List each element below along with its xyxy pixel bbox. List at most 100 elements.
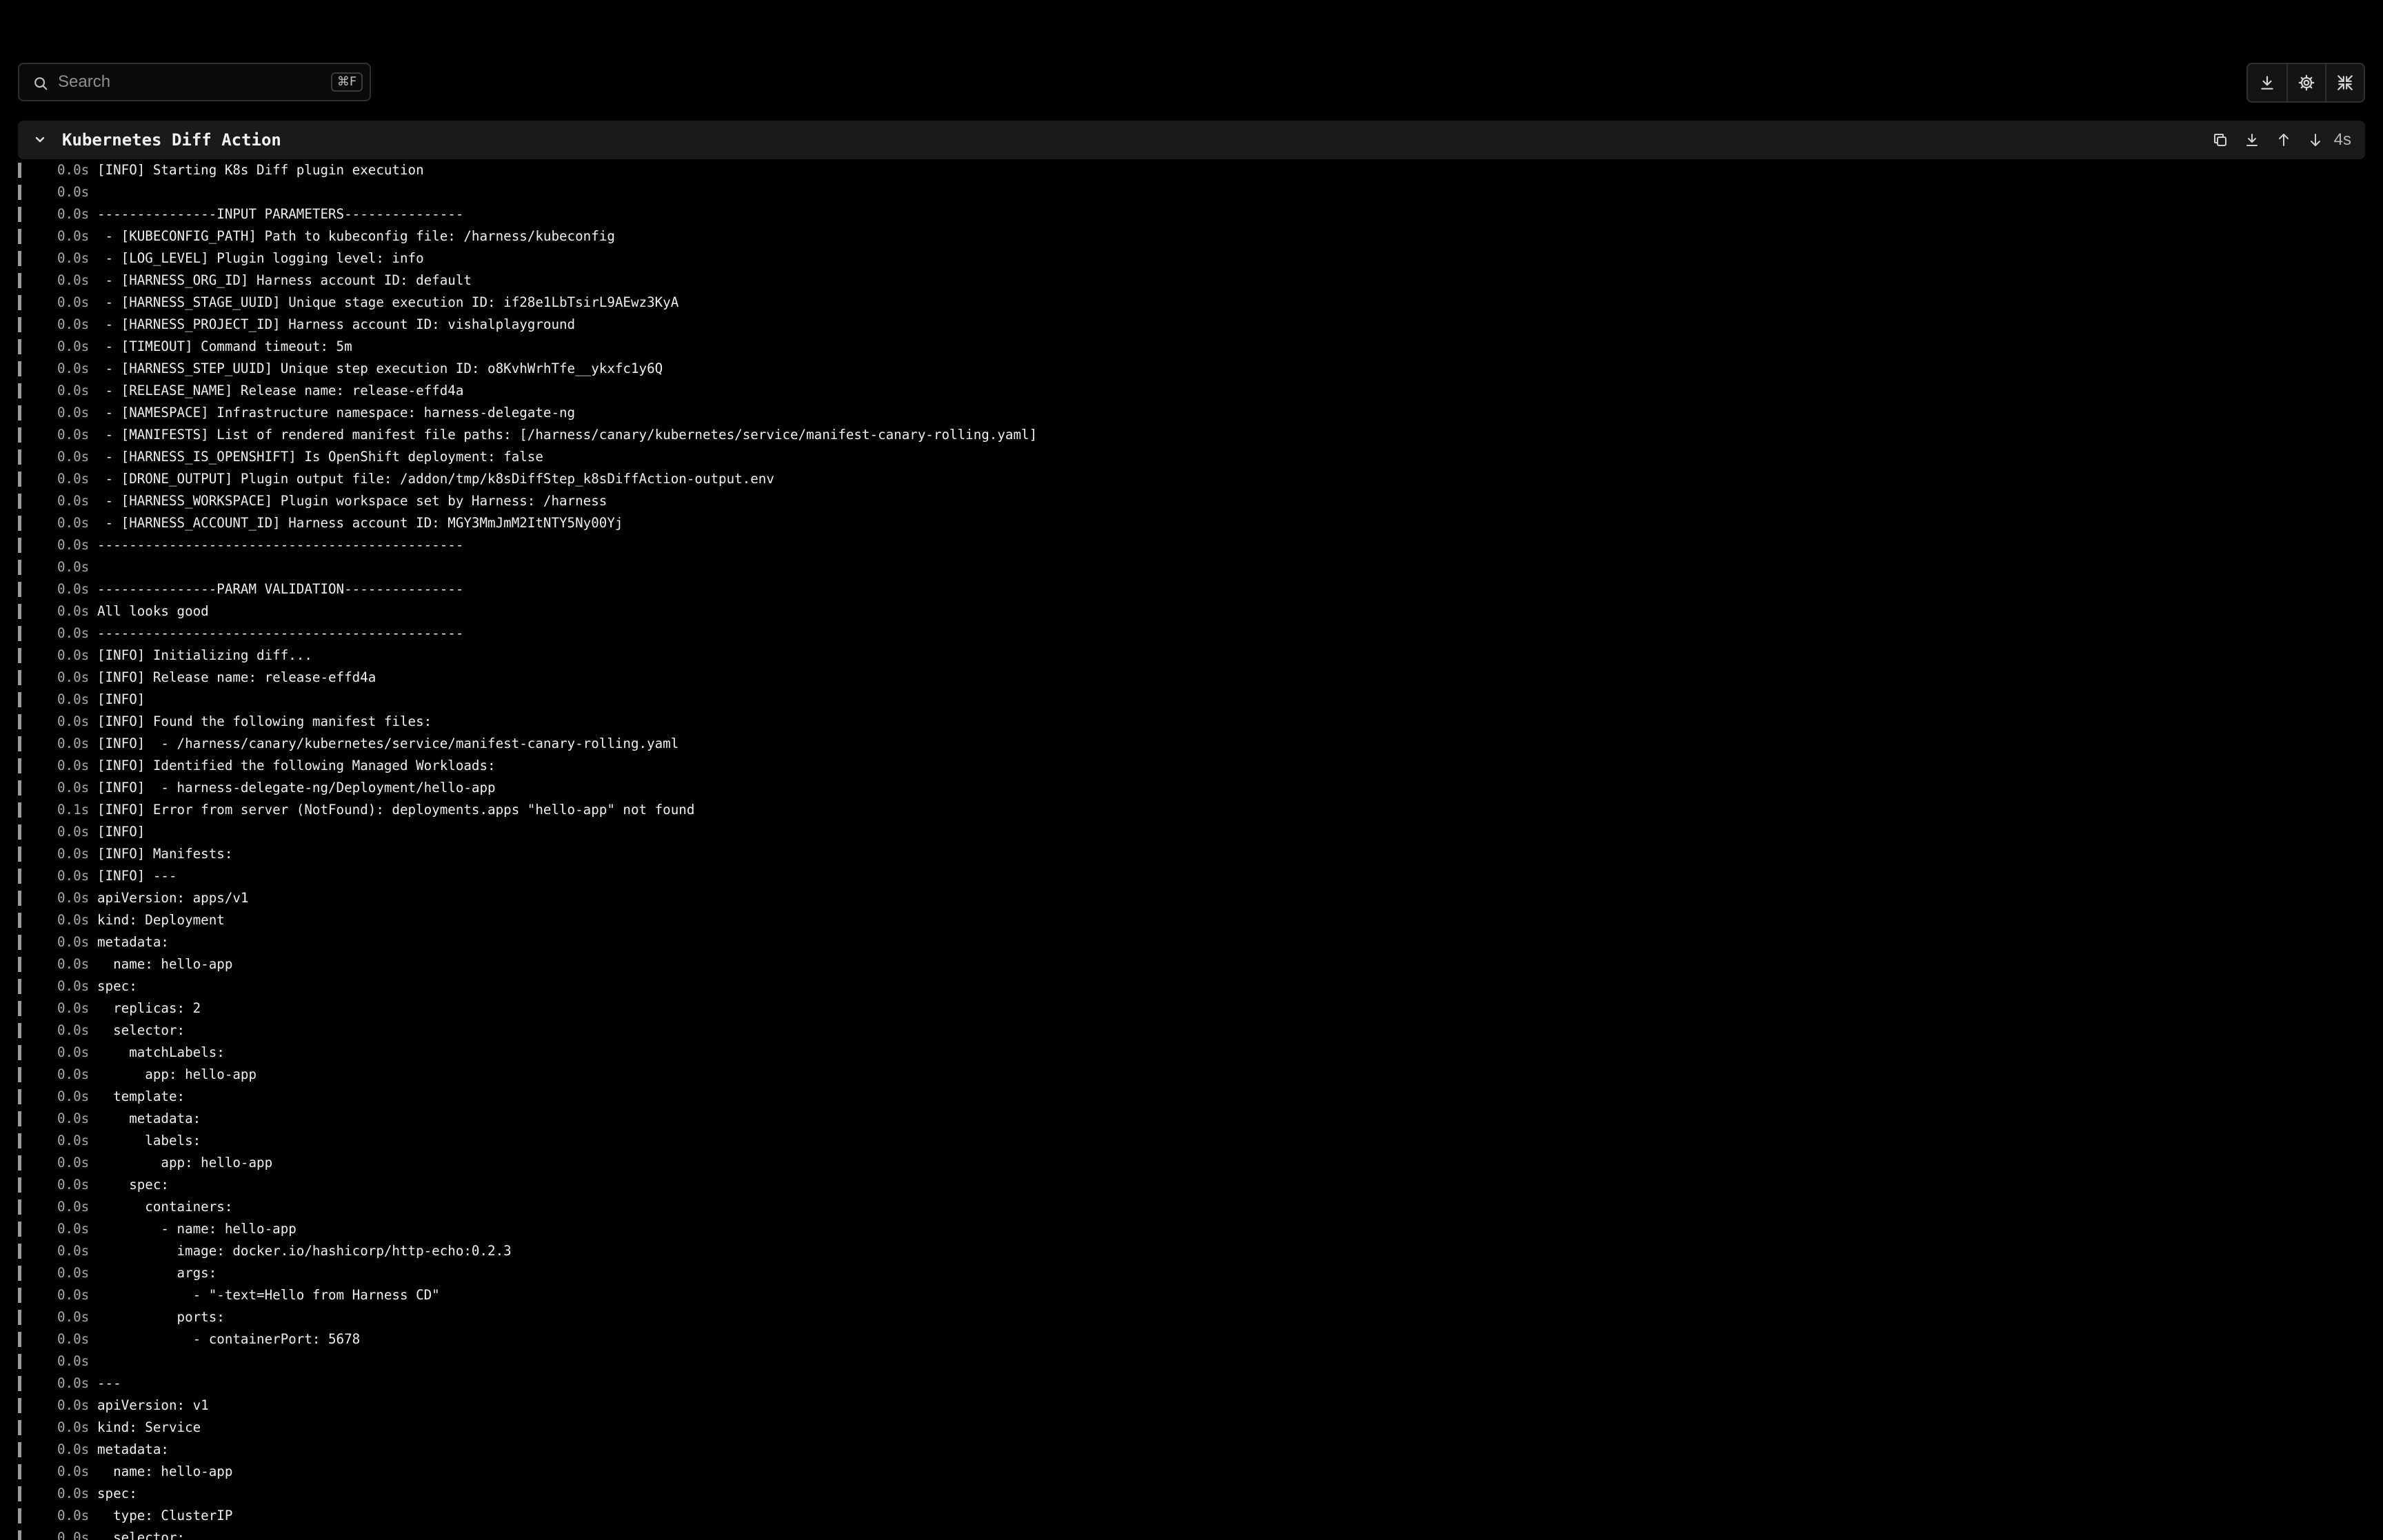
log-line-time: 0.0s: [57, 471, 90, 487]
log-line-marker: [18, 670, 21, 685]
log-line: 0.0s name: hello-app: [18, 953, 2365, 975]
log-line: 0.0s - [HARNESS_ORG_ID] Harness account …: [18, 270, 2365, 292]
log-line: 0.0s matchLabels:: [18, 1042, 2365, 1064]
log-line: 0.0s ---: [18, 1372, 2365, 1395]
step-title: Kubernetes Diff Action: [62, 130, 281, 150]
log-line-marker: [18, 1001, 21, 1016]
log-line-text: image: docker.io/hashicorp/http-echo:0.2…: [97, 1243, 512, 1259]
log-line: 0.0s spec:: [18, 1483, 2365, 1505]
download-icon: [2261, 76, 2273, 90]
log-line-marker: [18, 317, 21, 332]
log-line: 0.0s - [HARNESS_ACCOUNT_ID] Harness acco…: [18, 512, 2365, 534]
log-line: 0.0s [INFO]: [18, 689, 2365, 711]
log-line: 0.0s - name: hello-app: [18, 1218, 2365, 1240]
log-line-time: 0.0s: [57, 1111, 90, 1126]
log-line: 0.0s [INFO] Starting K8s Diff plugin exec…: [18, 159, 2365, 181]
log-line-marker: [18, 1045, 21, 1060]
step-section-header[interactable]: Kubernetes Diff Action 4s: [18, 121, 2365, 159]
log-settings-button[interactable]: [2286, 64, 2325, 101]
log-output[interactable]: 0.0s [INFO] Starting K8s Diff plugin exec…: [18, 159, 2365, 1540]
download-step-logs-button[interactable]: [2243, 131, 2261, 149]
log-line-marker: [18, 1177, 21, 1193]
log-line-time: 0.0s: [57, 184, 90, 200]
log-line: 0.0s kind: Service: [18, 1417, 2365, 1439]
collapse-view-button[interactable]: [2325, 64, 2364, 101]
log-line-marker: [18, 1023, 21, 1038]
log-line-text: - [HARNESS_PROJECT_ID] Harness account I…: [97, 316, 576, 332]
log-line-text: ---------------INPUT PARAMETERS---------…: [97, 206, 464, 222]
log-line: 0.0s replicas: 2: [18, 997, 2365, 1020]
log-line-marker: [18, 185, 21, 200]
log-line-marker: [18, 648, 21, 663]
step-duration: 4s: [2333, 130, 2351, 149]
log-line-text: [INFO]: [97, 824, 145, 840]
scroll-to-top-button[interactable]: [2275, 131, 2293, 149]
log-line: 0.0s - [HARNESS_STEP_UUID] Unique step e…: [18, 358, 2365, 380]
log-line: 0.0s spec:: [18, 975, 2365, 997]
chevron-down-icon[interactable]: [32, 132, 48, 148]
log-line-time: 0.0s: [57, 691, 90, 707]
log-line-time: 0.0s: [57, 758, 90, 773]
log-line-marker: [18, 824, 21, 840]
log-line-text: type: ClusterIP: [97, 1508, 233, 1523]
log-line-marker: [18, 1133, 21, 1148]
log-line-marker: [18, 714, 21, 729]
log-line: 0.0s metadata:: [18, 931, 2365, 953]
log-line-text: args:: [97, 1265, 217, 1281]
log-line-marker: [18, 1155, 21, 1171]
log-line-time: 0.0s: [57, 713, 90, 729]
log-line-marker: [18, 1089, 21, 1104]
log-line-text: [INFO] Starting K8s Diff plugin executio…: [97, 162, 424, 178]
log-line: 0.0s labels:: [18, 1130, 2365, 1152]
log-line-time: 0.0s: [57, 1265, 90, 1281]
log-line-marker: [18, 560, 21, 575]
log-line-time: 0.0s: [57, 338, 90, 354]
log-line-text: [INFO] Found the following manifest file…: [97, 713, 432, 729]
log-line-text: app: hello-app: [97, 1066, 257, 1082]
download-logs-button[interactable]: [2248, 64, 2286, 101]
log-line-time: 0.0s: [57, 780, 90, 796]
log-line-marker: [18, 869, 21, 884]
log-line-marker: [18, 802, 21, 818]
log-line-time: 0.0s: [57, 978, 90, 994]
log-line-time: 0.0s: [57, 824, 90, 840]
log-line-text: - [HARNESS_STAGE_UUID] Unique stage exec…: [97, 294, 679, 310]
log-line: 0.0s metadata:: [18, 1108, 2365, 1130]
log-line: 0.0s apiVersion: v1: [18, 1395, 2365, 1417]
log-line-time: 0.0s: [57, 1000, 90, 1016]
log-line-marker: [18, 1530, 21, 1540]
log-line-time: 0.0s: [57, 361, 90, 376]
log-line-text: - "-text=Hello from Harness CD": [97, 1287, 440, 1303]
log-line: 0.0s [INFO] Release name: release-effd4a: [18, 667, 2365, 689]
log-line: 0.0s [INFO] - /harness/canary/kubernetes/…: [18, 733, 2365, 755]
log-line: 0.0s containers:: [18, 1196, 2365, 1218]
log-line: 0.0s [INFO] Manifests:: [18, 843, 2365, 865]
log-line-text: - [MANIFESTS] List of rendered manifest …: [97, 427, 1038, 443]
log-line-marker: [18, 1288, 21, 1303]
log-line-text: - [LOG_LEVEL] Plugin logging level: info: [97, 250, 424, 266]
copy-logs-button[interactable]: [2211, 131, 2229, 149]
log-line: 0.0s metadata:: [18, 1439, 2365, 1461]
log-line-marker: [18, 979, 21, 994]
log-line-marker: [18, 1354, 21, 1369]
arrow-up-icon: [2278, 134, 2289, 146]
log-line: 0.0s [INFO] ---: [18, 865, 2365, 887]
log-line-text: kind: Deployment: [97, 912, 225, 928]
log-line-marker: [18, 1464, 21, 1479]
log-line-time: 0.0s: [57, 515, 90, 531]
log-line-marker: [18, 1376, 21, 1391]
scroll-to-bottom-button[interactable]: [2306, 131, 2324, 149]
log-line-time: 0.0s: [57, 1088, 90, 1104]
log-line-marker: [18, 339, 21, 354]
log-line-time: 0.0s: [57, 934, 90, 950]
log-line-text: apiVersion: apps/v1: [97, 890, 249, 906]
log-line: 0.0s - [TIMEOUT] Command timeout: 5m: [18, 336, 2365, 358]
search-box[interactable]: ⌘F: [18, 63, 371, 101]
search-input[interactable]: [58, 64, 334, 100]
log-line-time: 0.0s: [57, 1221, 90, 1237]
log-line-text: ----------------------------------------…: [97, 537, 464, 553]
log-line: 0.0s - [MANIFESTS] List of rendered mani…: [18, 424, 2365, 446]
log-line-text: - [RELEASE_NAME] Release name: release-e…: [97, 383, 464, 398]
log-line-marker: [18, 736, 21, 751]
log-line-marker: [18, 780, 21, 796]
